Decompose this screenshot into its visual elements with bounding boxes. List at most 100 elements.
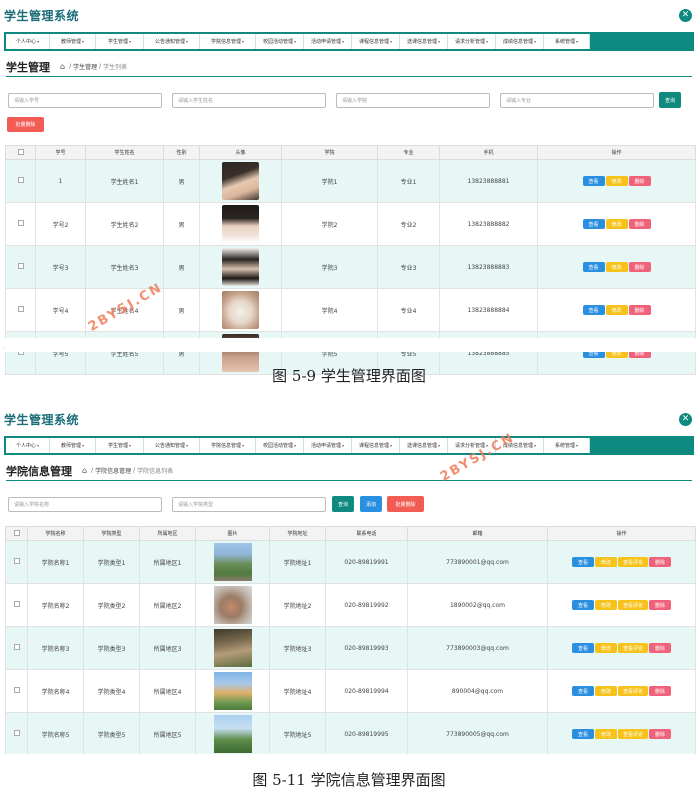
college-type-search-input[interactable]: 请输入学院类型 (172, 496, 326, 512)
column-header[interactable]: 学院地址 (269, 526, 326, 541)
nav-item-label: 请求分析管理 (454, 39, 485, 45)
nav-item[interactable]: 系统管理 ▾ (544, 438, 590, 453)
nav-item[interactable]: 学院信息管理 ▾ (200, 438, 256, 453)
close-icon[interactable]: ✕ (679, 8, 692, 22)
nav-item[interactable]: 课程信息管理 ▾ (352, 438, 400, 453)
view-comments-button[interactable]: 查看评论 (618, 643, 648, 653)
batch-delete-button[interactable]: 批量删除 (7, 117, 44, 132)
select-all-checkbox[interactable] (17, 148, 24, 155)
edit-button[interactable]: 修改 (595, 557, 617, 567)
column-header[interactable]: 学院名称 (27, 526, 84, 541)
nav-item[interactable]: 校园活动管理 ▾ (256, 438, 304, 453)
view-button[interactable]: 查看 (582, 262, 605, 272)
college-name-search-input[interactable]: 请输入学院名称 (8, 496, 162, 512)
chevron-down-icon: ▾ (129, 39, 132, 44)
nav-item[interactable]: 系统管理 ▾ (544, 34, 590, 49)
view-comments-button[interactable]: 查看评论 (618, 600, 648, 610)
column-header[interactable]: 性别 (163, 145, 200, 160)
nav-item[interactable]: 个人中心 ▾ (6, 34, 50, 49)
student-name-search-input[interactable]: 请输入学生姓名 (172, 92, 326, 108)
edit-button[interactable]: 修改 (595, 686, 617, 696)
column-header[interactable]: 手机 (439, 145, 538, 160)
query-button[interactable]: 查询 (332, 496, 354, 512)
nav-item[interactable]: 校园活动管理 ▾ (256, 34, 304, 49)
nav-item[interactable]: 教师管理 ▾ (50, 34, 96, 49)
home-icon[interactable]: ⌂ (60, 62, 65, 71)
delete-button[interactable]: 删除 (649, 600, 671, 610)
delete-button[interactable]: 删除 (649, 643, 671, 653)
row-checkbox[interactable] (13, 687, 20, 693)
nav-item[interactable]: 成绩信息管理 ▾ (496, 34, 544, 49)
view-button[interactable]: 查看 (582, 176, 605, 186)
nav-item-label: 学院信息管理 (210, 443, 241, 449)
delete-button[interactable]: 删除 (628, 219, 651, 229)
view-button[interactable]: 查看 (582, 219, 605, 229)
view-button[interactable]: 查看 (572, 557, 594, 567)
row-checkbox[interactable] (13, 601, 20, 607)
nav-item[interactable]: 课程信息管理 ▾ (352, 34, 400, 49)
batch-delete-button[interactable]: 批量删除 (387, 496, 424, 512)
query-button[interactable]: 查询 (659, 92, 681, 108)
view-button[interactable]: 查看 (572, 643, 594, 653)
delete-button[interactable]: 删除 (628, 262, 651, 272)
add-button[interactable]: 添加 (360, 496, 382, 512)
column-header[interactable]: 学院类型 (83, 526, 140, 541)
column-header[interactable]: 所属地区 (139, 526, 196, 541)
edit-button[interactable]: 修改 (595, 729, 617, 739)
nav-item[interactable]: 公告通知管理 ▾ (144, 34, 200, 49)
nav-item-label: 选课信息管理 (406, 39, 437, 45)
column-header[interactable]: 联系电话 (325, 526, 408, 541)
student-id-search-input[interactable]: 请输入学号 (8, 92, 162, 108)
row-checkbox[interactable] (17, 306, 24, 312)
nav-item[interactable]: 活动申请管理 ▾ (304, 438, 352, 453)
nav-item[interactable]: 学生管理 ▾ (96, 438, 144, 453)
view-comments-button[interactable]: 查看评论 (618, 686, 648, 696)
home-icon[interactable]: ⌂ (82, 466, 87, 475)
edit-button[interactable]: 修改 (605, 176, 628, 186)
chevron-down-icon: ▾ (438, 443, 441, 448)
nav-item[interactable]: 请求分析管理 ▾ (448, 34, 496, 49)
edit-button[interactable]: 修改 (595, 643, 617, 653)
nav-item[interactable]: 教师管理 ▾ (50, 438, 96, 453)
view-comments-button[interactable]: 查看评论 (618, 729, 648, 739)
close-icon[interactable]: ✕ (679, 412, 692, 426)
view-comments-button[interactable]: 查看评论 (618, 557, 648, 567)
row-checkbox[interactable] (13, 644, 20, 650)
view-button[interactable]: 查看 (582, 305, 605, 315)
nav-item[interactable]: 个人中心 ▾ (6, 438, 50, 453)
row-checkbox[interactable] (13, 730, 20, 736)
edit-button[interactable]: 修改 (605, 305, 628, 315)
column-header[interactable]: 专业 (377, 145, 440, 160)
nav-item[interactable]: 选课信息管理 ▾ (400, 438, 448, 453)
college-search-input[interactable]: 请输入学院 (336, 92, 490, 108)
column-header[interactable]: 邮箱 (407, 526, 548, 541)
nav-item[interactable]: 公告通知管理 ▾ (144, 438, 200, 453)
nav-item[interactable]: 活动申请管理 ▾ (304, 34, 352, 49)
view-button[interactable]: 查看 (572, 729, 594, 739)
delete-button[interactable]: 删除 (649, 557, 671, 567)
view-button[interactable]: 查看 (572, 600, 594, 610)
select-all-checkbox[interactable] (13, 529, 20, 536)
row-checkbox[interactable] (17, 220, 24, 226)
breadcrumb-item[interactable]: 学院信息管理 (95, 466, 131, 475)
delete-button[interactable]: 删除 (628, 176, 651, 186)
edit-button[interactable]: 修改 (605, 262, 628, 272)
edit-button[interactable]: 修改 (595, 600, 617, 610)
delete-button[interactable]: 删除 (649, 729, 671, 739)
edit-button[interactable]: 修改 (605, 219, 628, 229)
nav-item[interactable]: 选课信息管理 ▾ (400, 34, 448, 49)
delete-button[interactable]: 删除 (628, 305, 651, 315)
nav-item[interactable]: 学院信息管理 ▾ (200, 34, 256, 49)
column-header[interactable]: 学号 (35, 145, 86, 160)
breadcrumb-item[interactable]: 学生管理 (73, 62, 97, 71)
column-header[interactable]: 学院 (281, 145, 378, 160)
column-header[interactable]: 学生姓名 (85, 145, 164, 160)
row-checkbox[interactable] (17, 177, 24, 183)
major-search-input[interactable]: 请输入专业 (500, 92, 654, 108)
row-checkbox[interactable] (13, 558, 20, 564)
row-checkbox[interactable] (17, 263, 24, 269)
delete-button[interactable]: 删除 (649, 686, 671, 696)
nav-item[interactable]: 学生管理 ▾ (96, 34, 144, 49)
view-button[interactable]: 查看 (572, 686, 594, 696)
chevron-down-icon: ▾ (534, 443, 537, 448)
